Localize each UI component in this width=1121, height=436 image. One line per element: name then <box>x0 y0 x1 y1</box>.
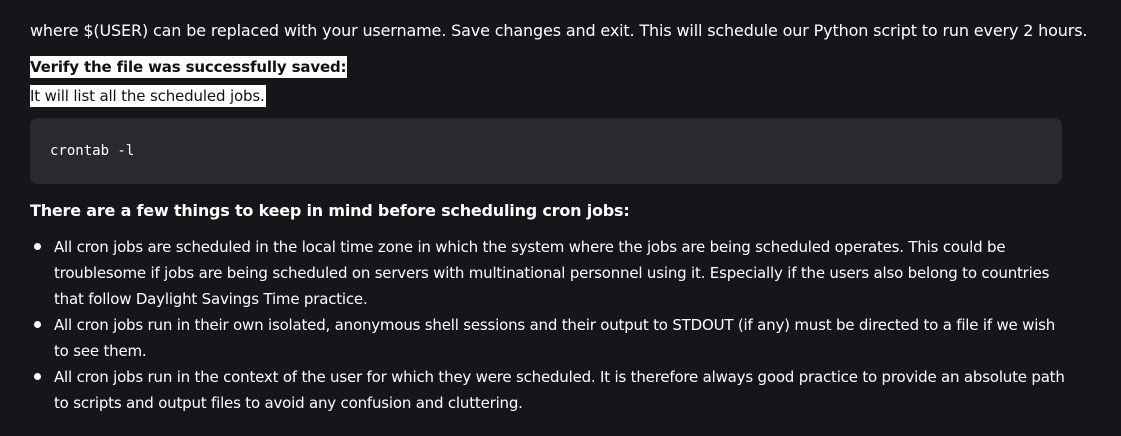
list-item-text: All cron jobs run in the context of the … <box>54 368 1065 412</box>
intro-paragraph: where $(USER) can be replaced with your … <box>30 21 1088 40</box>
list-item: All cron jobs are scheduled in the local… <box>30 234 1070 312</box>
section-heading: There are a few things to keep in mind b… <box>30 201 630 220</box>
list-item: All cron jobs run in the context of the … <box>30 364 1070 416</box>
code-command[interactable]: crontab -l <box>50 140 134 162</box>
list-item-text: All cron jobs run in their own isolated,… <box>54 316 1056 360</box>
bullet-dot-icon <box>34 373 41 380</box>
bullet-dot-icon <box>34 321 41 328</box>
list-item: All cron jobs run in their own isolated,… <box>30 312 1070 364</box>
list-item-text: All cron jobs are scheduled in the local… <box>54 238 1050 308</box>
code-block[interactable]: crontab -l <box>30 118 1062 184</box>
verify-label-selected[interactable]: Verify the file was successfully saved: <box>30 56 348 78</box>
bullet-list: All cron jobs are scheduled in the local… <box>30 234 1070 416</box>
bullet-dot-icon <box>34 243 41 250</box>
list-note-selected[interactable]: It will list all the scheduled jobs. <box>30 85 266 107</box>
